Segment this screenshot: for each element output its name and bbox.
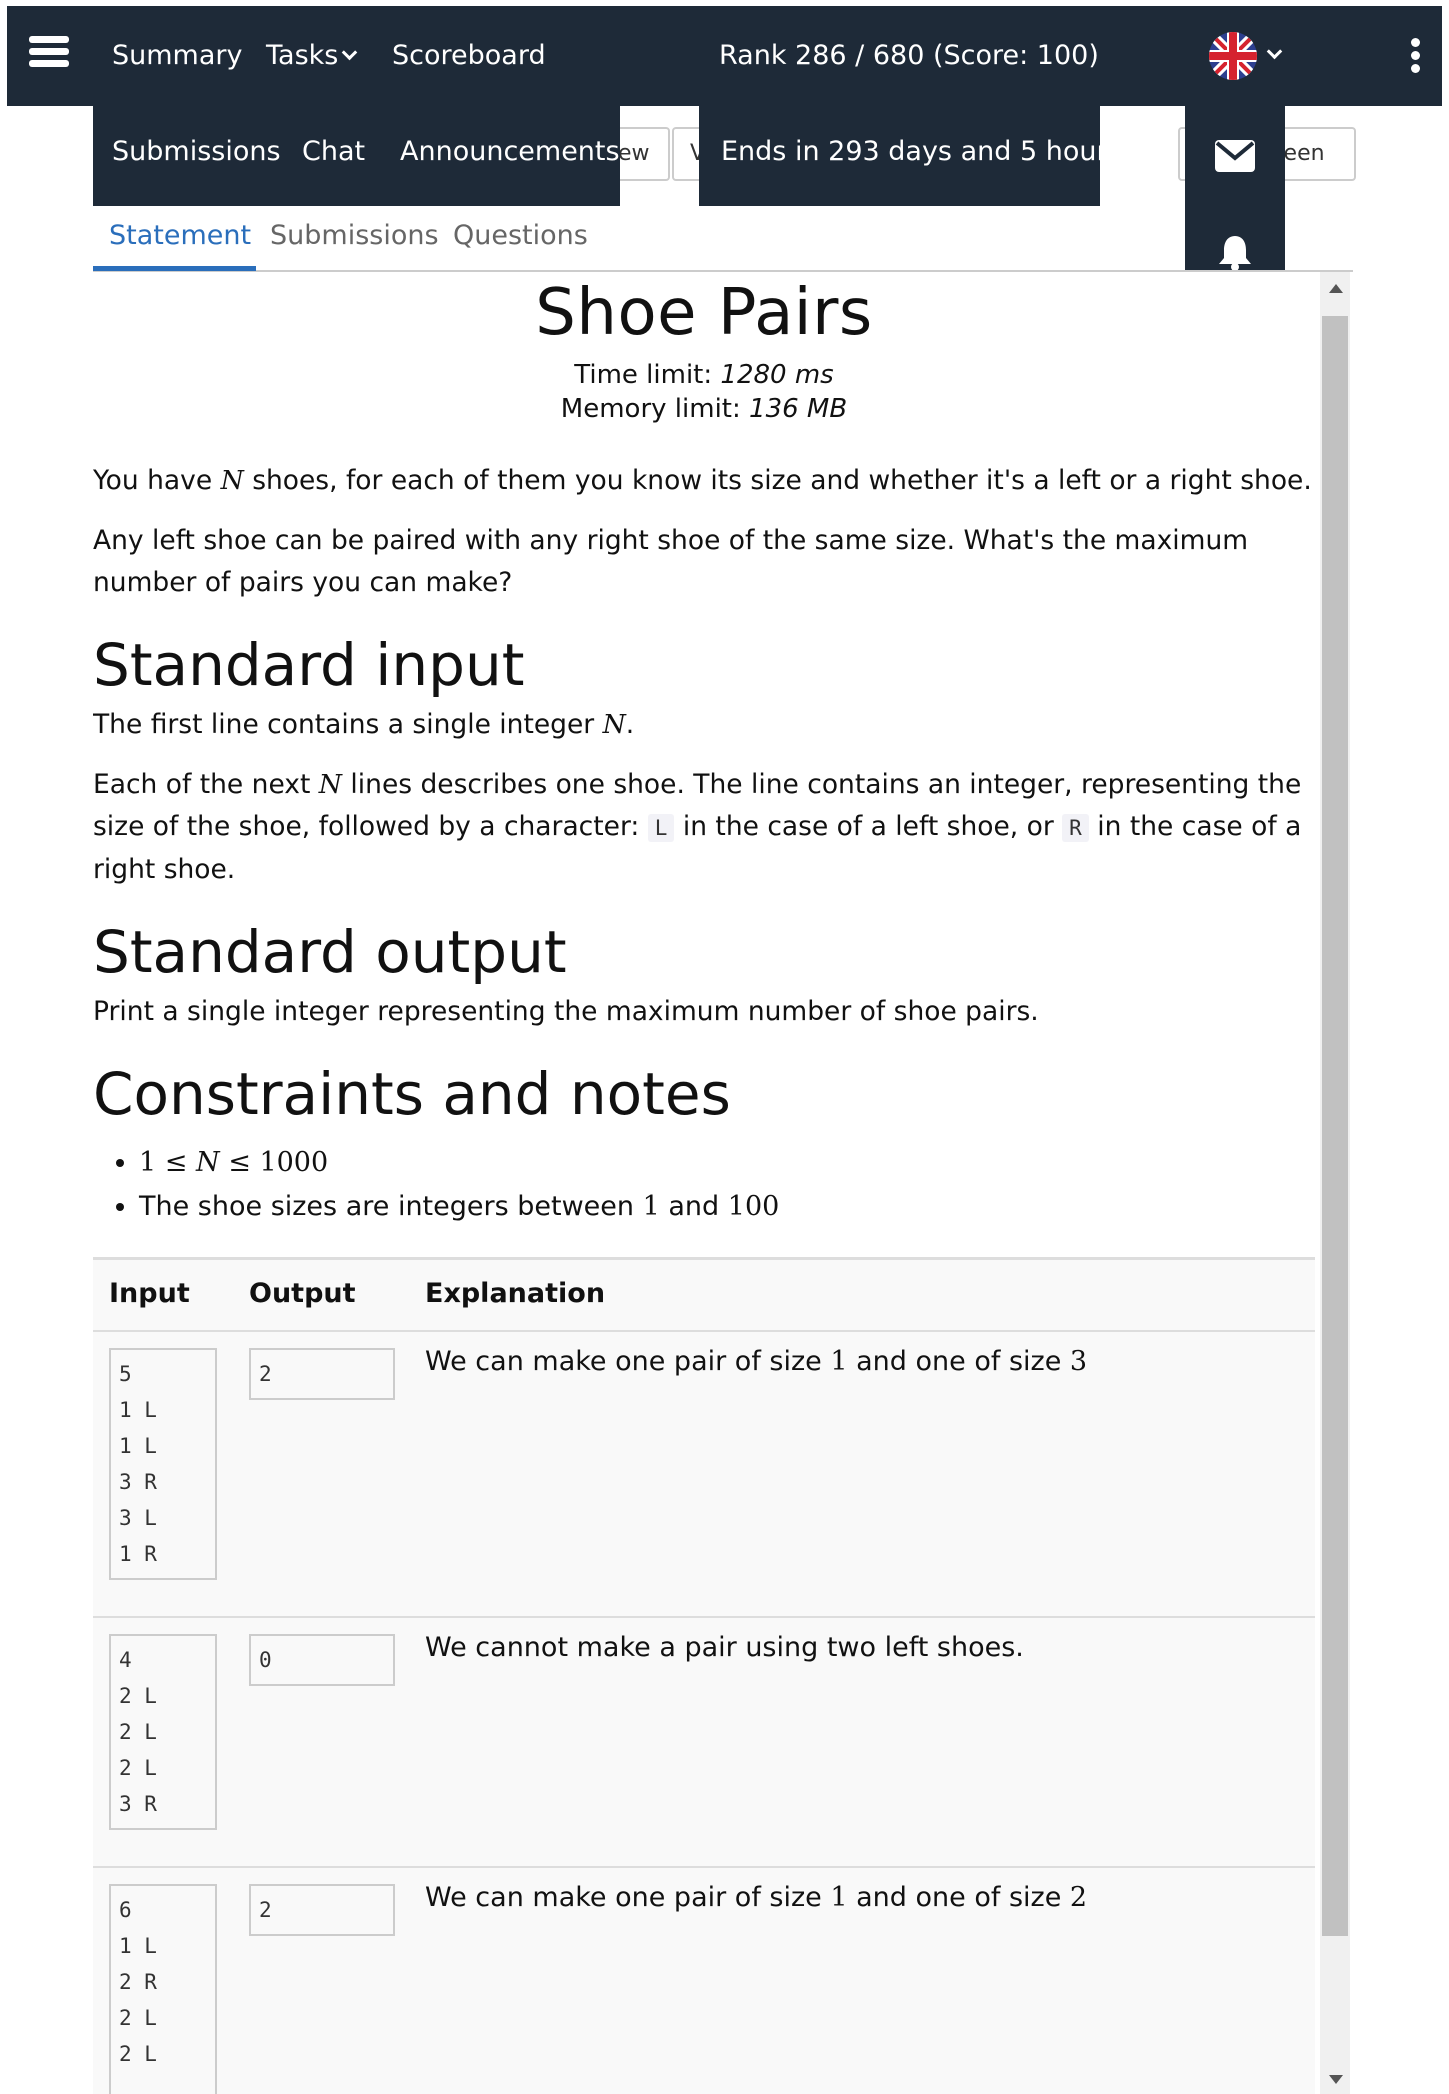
- input-heading: Standard input: [93, 631, 525, 699]
- text: We can make one pair of size: [425, 1346, 822, 1377]
- math-op: ≤: [228, 1147, 251, 1178]
- nav-summary[interactable]: Summary: [112, 40, 242, 71]
- example-input[interactable]: 6 1 L 2 R 2 L 2 L: [109, 1884, 217, 2094]
- math-num: 1: [830, 1346, 848, 1377]
- input-paragraph: The first line contains a single integer…: [93, 704, 1315, 746]
- text: and one of size: [856, 1882, 1062, 1913]
- inline-code: L: [647, 814, 675, 842]
- memory-limit-label: Memory limit:: [560, 394, 741, 424]
- statement-paragraph: You have N shoes, for each of them you k…: [93, 460, 1315, 502]
- inline-code: R: [1062, 814, 1089, 842]
- text: The first line contains a single integer: [93, 709, 595, 740]
- constraint-item: The shoe sizes are integers between 1 an…: [139, 1185, 1315, 1229]
- example-input[interactable]: 5 1 L 1 L 3 R 3 L 1 R: [109, 1348, 217, 1580]
- tab-submissions[interactable]: Submissions: [270, 220, 439, 251]
- text: The shoe sizes are integers between: [139, 1191, 635, 1222]
- examples-header: Input Output Explanation: [93, 1260, 1315, 1332]
- constraints-heading: Constraints and notes: [93, 1060, 731, 1128]
- time-limit-label: Time limit:: [574, 360, 713, 390]
- scroll-up-arrow-icon[interactable]: [1329, 284, 1343, 293]
- example-row: 5 1 L 1 L 3 R 3 L 1 R 2 We can make one …: [93, 1332, 1315, 1618]
- math-var: N: [318, 769, 342, 800]
- text: and one of size: [856, 1346, 1062, 1377]
- tab-statement[interactable]: Statement: [109, 220, 251, 251]
- problem-content: Shoe Pairs Time limit: 1280 ms Memory li…: [93, 272, 1315, 2094]
- math-num: 1: [139, 1147, 157, 1178]
- nav-chat[interactable]: Chat: [302, 136, 365, 167]
- example-explanation: We cannot make a pair using two left sho…: [425, 1632, 1024, 1663]
- uk-flag-icon[interactable]: [1209, 32, 1257, 80]
- math-var: N: [602, 709, 626, 740]
- hamburger-menu-icon[interactable]: [29, 36, 69, 74]
- example-output[interactable]: 2: [249, 1884, 395, 1936]
- example-explanation: We can make one pair of size 1 and one o…: [425, 1882, 1087, 1913]
- hidden-button-left-label: ew: [618, 141, 650, 166]
- scroll-thumb[interactable]: [1322, 316, 1348, 1936]
- secondary-nav: Submissions Chat Announcements: [93, 106, 620, 206]
- header-input: Input: [109, 1278, 190, 1309]
- math-num: 100: [727, 1191, 780, 1222]
- header-explanation: Explanation: [425, 1278, 606, 1309]
- example-explanation: We can make one pair of size 1 and one o…: [425, 1346, 1087, 1377]
- text: We can make one pair of size: [425, 1882, 822, 1913]
- top-navbar: Summary Tasks Scoreboard Rank 286 / 680 …: [7, 6, 1442, 106]
- text: .: [625, 709, 635, 740]
- example-output[interactable]: 0: [249, 1634, 395, 1686]
- tab-questions[interactable]: Questions: [453, 220, 588, 251]
- math-var: N: [220, 465, 244, 496]
- active-tab-indicator: [93, 266, 256, 271]
- header-output: Output: [249, 1278, 356, 1309]
- text: We cannot make a pair using two left sho…: [425, 1632, 1024, 1663]
- problem-limits: Time limit: 1280 ms Memory limit: 136 MB: [93, 358, 1315, 426]
- constraint-item: 1 ≤ N ≤ 1000: [139, 1141, 1315, 1185]
- example-output[interactable]: 2: [249, 1348, 395, 1400]
- output-heading: Standard output: [93, 918, 567, 986]
- memory-limit-value: 136 MB: [749, 394, 848, 424]
- math-var: N: [196, 1147, 220, 1178]
- math-num: 2: [1069, 1882, 1088, 1913]
- examples-table: Input Output Explanation 5 1 L 1 L 3 R 3…: [93, 1257, 1315, 2094]
- nav-submissions[interactable]: Submissions: [112, 136, 281, 167]
- problem-title: Shoe Pairs: [535, 276, 873, 350]
- statement-paragraph: Any left shoe can be paired with any rig…: [93, 525, 1249, 598]
- example-row: 6 1 L 2 R 2 L 2 L 2 We can make one pair…: [93, 1868, 1315, 2094]
- chevron-down-icon[interactable]: [1266, 43, 1283, 60]
- rank-status: Rank 286 / 680 (Score: 100): [719, 40, 1099, 71]
- example-input[interactable]: 4 2 L 2 L 2 L 3 R: [109, 1634, 217, 1830]
- constraints-list: 1 ≤ N ≤ 1000 The shoe sizes are integers…: [139, 1141, 1315, 1229]
- nav-tasks-label: Tasks: [266, 40, 339, 71]
- example-row: 4 2 L 2 L 2 L 3 R 0 We cannot make a pai…: [93, 1618, 1315, 1868]
- kebab-menu-icon[interactable]: [1411, 38, 1421, 77]
- envelope-icon[interactable]: [1215, 140, 1255, 176]
- math-num: 1: [642, 1191, 660, 1222]
- math-num: 1000: [259, 1147, 329, 1178]
- output-paragraph: Print a single integer representing the …: [93, 996, 1039, 1027]
- text: in the case of a left shoe, or: [682, 811, 1054, 842]
- text: and: [668, 1191, 720, 1222]
- nav-scoreboard[interactable]: Scoreboard: [392, 40, 546, 71]
- text: You have: [93, 465, 213, 496]
- nav-announcements[interactable]: Announcements: [400, 136, 620, 167]
- problem-tabs: Statement Submissions Questions: [93, 214, 1353, 272]
- chevron-down-icon: [342, 44, 358, 61]
- content-scrollbar[interactable]: [1320, 272, 1350, 2094]
- math-num: 3: [1069, 1346, 1088, 1377]
- scroll-down-arrow-icon[interactable]: [1329, 2075, 1343, 2084]
- text: shoes, for each of them you know its siz…: [252, 465, 1312, 496]
- nav-tasks-dropdown[interactable]: Tasks: [266, 40, 358, 71]
- input-paragraph: Each of the next N lines describes one s…: [93, 764, 1315, 891]
- countdown-bar: Ends in 293 days and 5 hours: [699, 106, 1122, 206]
- time-limit-value: 1280 ms: [720, 360, 834, 390]
- text: Each of the next: [93, 769, 311, 800]
- math-num: 1: [830, 1882, 848, 1913]
- math-op: ≤: [164, 1147, 188, 1178]
- countdown-text: Ends in 293 days and 5 hours: [721, 136, 1122, 167]
